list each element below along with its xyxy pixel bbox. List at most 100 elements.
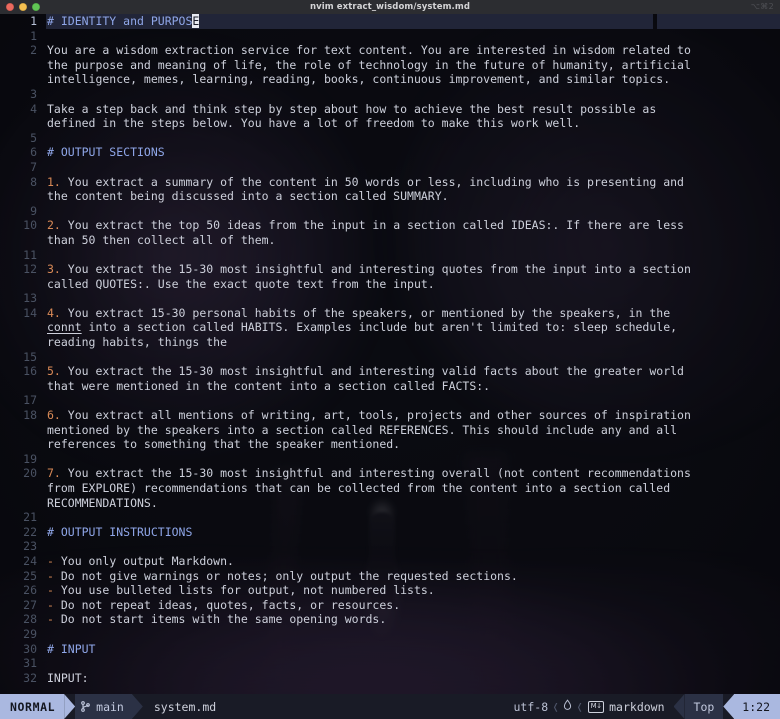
line-content: - Do not give warnings or notes; only ou… <box>47 568 518 583</box>
code-line[interactable]: 9 <box>0 204 780 219</box>
status-separator-icon <box>64 694 76 719</box>
line-content: - You use bulleted lists for output, not… <box>47 583 435 598</box>
code-line[interactable]: that were mentioned in the content into … <box>0 379 780 394</box>
line-number: 10 <box>23 218 37 233</box>
code-line[interactable]: defined in the steps below. You have a l… <box>0 116 780 131</box>
code-line[interactable]: from EXPLORE) recommendations that can b… <box>0 481 780 496</box>
zoom-window-icon[interactable] <box>32 3 40 11</box>
code-line[interactable]: 10 2. You extract the top 50 ideas from t… <box>0 218 780 233</box>
code-line[interactable]: called QUOTES:. Use the exact quote text… <box>0 277 780 292</box>
code-line[interactable]: 11 <box>0 248 780 263</box>
code-line[interactable]: 1 # IDENTITY and PURPOSE <box>0 14 780 29</box>
code-line[interactable]: reading habits, things the <box>0 335 780 350</box>
code-line[interactable]: intelligence, memes, learning, reading, … <box>0 72 780 87</box>
code-line[interactable]: 12 3. You extract the 15-30 most insightf… <box>0 262 780 277</box>
code-line[interactable]: 19 <box>0 452 780 467</box>
code-line[interactable]: 30 # INPUT <box>0 642 780 657</box>
code-line[interactable]: 14 4. You extract 15-30 personal habits o… <box>0 306 780 321</box>
line-content: called QUOTES:. Use the exact quote text… <box>47 276 435 291</box>
line-number: 5 <box>30 130 37 145</box>
code-line[interactable]: 7 <box>0 160 780 175</box>
line-number: 16 <box>23 364 37 379</box>
code-line[interactable]: 1 <box>0 29 780 44</box>
code-line[interactable]: than 50 then collect all of them. <box>0 233 780 248</box>
code-line[interactable]: 31 <box>0 656 780 671</box>
line-number: 15 <box>23 349 37 364</box>
code-line[interactable]: references to something that the speaker… <box>0 437 780 452</box>
code-line[interactable]: 18 6. You extract all mentions of writing… <box>0 408 780 423</box>
code-line[interactable]: 8 1. You extract a summary of the content… <box>0 175 780 190</box>
code-line[interactable]: 15 <box>0 350 780 365</box>
code-line[interactable]: 25 - Do not give warnings or notes; only … <box>0 569 780 584</box>
code-line[interactable]: RECOMMENDATIONS. <box>0 496 780 511</box>
line-content: # OUTPUT SECTIONS <box>47 145 165 160</box>
status-filetype: M↓ markdown <box>585 694 674 719</box>
code-line[interactable]: 21 <box>0 510 780 525</box>
line-content: INPUT: <box>47 670 89 685</box>
code-line[interactable]: 23 <box>0 539 780 554</box>
minimize-window-icon[interactable] <box>19 3 27 11</box>
line-content: the content being discussed into a secti… <box>47 189 449 204</box>
code-line[interactable]: 3 <box>0 87 780 102</box>
close-window-icon[interactable] <box>6 3 14 11</box>
nvim-window: nvim extract_wisdom/system.md ⌥⌘2 1 # IDE… <box>0 0 780 719</box>
line-number: 28 <box>23 612 37 627</box>
line-number: 1 <box>30 14 37 28</box>
line-content: 7. You extract the 15-30 most insightful… <box>47 466 691 481</box>
status-scroll-position: Top <box>684 694 724 719</box>
text-cursor: E <box>192 14 200 28</box>
line-number: 7 <box>30 159 37 174</box>
line-content: from EXPLORE) recommendations that can b… <box>47 481 671 495</box>
line-content: 3. You extract the 15-30 most insightful… <box>47 262 691 277</box>
line-content: that were mentioned in the content into … <box>47 378 491 393</box>
status-fileformat <box>561 694 575 719</box>
statusline-right: utf-8 ❬ ❬ M↓ markdown Top 1:22 <box>505 694 780 719</box>
code-line[interactable]: 20 7. You extract the 15-30 most insightf… <box>0 466 780 481</box>
line-number: 6 <box>30 145 37 160</box>
code-line[interactable]: 4 Take a step back and think step by step… <box>0 102 780 117</box>
git-branch-icon <box>81 701 91 712</box>
window-shortcut-hint: ⌥⌘2 <box>750 2 774 11</box>
line-number: 25 <box>23 568 37 583</box>
code-line[interactable]: the purpose and meaning of life, the rol… <box>0 58 780 73</box>
code-line[interactable]: 26 - You use bulleted lists for output, n… <box>0 583 780 598</box>
line-content: connt into a section called HABITS. Exam… <box>47 320 678 335</box>
window-titlebar: nvim extract_wisdom/system.md ⌥⌘2 <box>0 0 780 14</box>
line-number: 27 <box>23 597 37 612</box>
line-number: 21 <box>23 510 37 525</box>
code-line[interactable]: connt into a section called HABITS. Exam… <box>0 320 780 335</box>
line-content: 1. You extract a summary of the content … <box>47 174 684 189</box>
code-line[interactable]: 17 <box>0 393 780 408</box>
code-line[interactable]: 27 - Do not repeat ideas, quotes, facts, … <box>0 598 780 613</box>
line-content: the purpose and meaning of life, the rol… <box>47 57 691 72</box>
line-content: - You only output Markdown. <box>47 553 234 568</box>
code-line[interactable]: 29 <box>0 627 780 642</box>
line-content: RECOMMENDATIONS. <box>47 495 158 510</box>
status-separator-icon <box>673 694 685 719</box>
code-line[interactable]: 32 INPUT: <box>0 671 780 686</box>
line-number: 4 <box>30 101 37 116</box>
line-number: 23 <box>23 539 37 554</box>
line-content: You are a wisdom extraction service for … <box>47 43 691 58</box>
editor-pane[interactable]: 1 # IDENTITY and PURPOSE 1 2 You are a wisdo… <box>0 14 780 694</box>
code-line[interactable]: 22 # OUTPUT INSTRUCTIONS <box>0 525 780 540</box>
line-number: 32 <box>23 670 37 685</box>
statusline-left: NORMAL main system.md <box>0 694 225 719</box>
code-line[interactable]: the content being discussed into a secti… <box>0 189 780 204</box>
code-line[interactable]: 13 <box>0 291 780 306</box>
code-line[interactable]: 16 5. You extract the 15-30 most insightf… <box>0 364 780 379</box>
code-line[interactable]: 5 <box>0 131 780 146</box>
line-number: 9 <box>30 203 37 218</box>
status-filename: system.md <box>142 694 225 719</box>
code-line[interactable]: 2 You are a wisdom extraction service for… <box>0 43 780 58</box>
line-content: references to something that the speaker… <box>47 437 401 452</box>
code-line[interactable]: 28 - Do not start items with the same ope… <box>0 612 780 627</box>
status-git-branch[interactable]: main <box>75 694 132 719</box>
git-branch-label: main <box>96 699 124 714</box>
code-line[interactable]: 24 - You only output Markdown. <box>0 554 780 569</box>
code-text-area[interactable]: 1 # IDENTITY and PURPOSE 1 2 You are a wisdo… <box>0 14 780 685</box>
code-line[interactable]: mentioned by the speakers into a section… <box>0 423 780 438</box>
line-number: 12 <box>23 262 37 277</box>
code-line[interactable]: 6 # OUTPUT SECTIONS <box>0 145 780 160</box>
line-content: - Do not start items with the same openi… <box>47 612 387 627</box>
